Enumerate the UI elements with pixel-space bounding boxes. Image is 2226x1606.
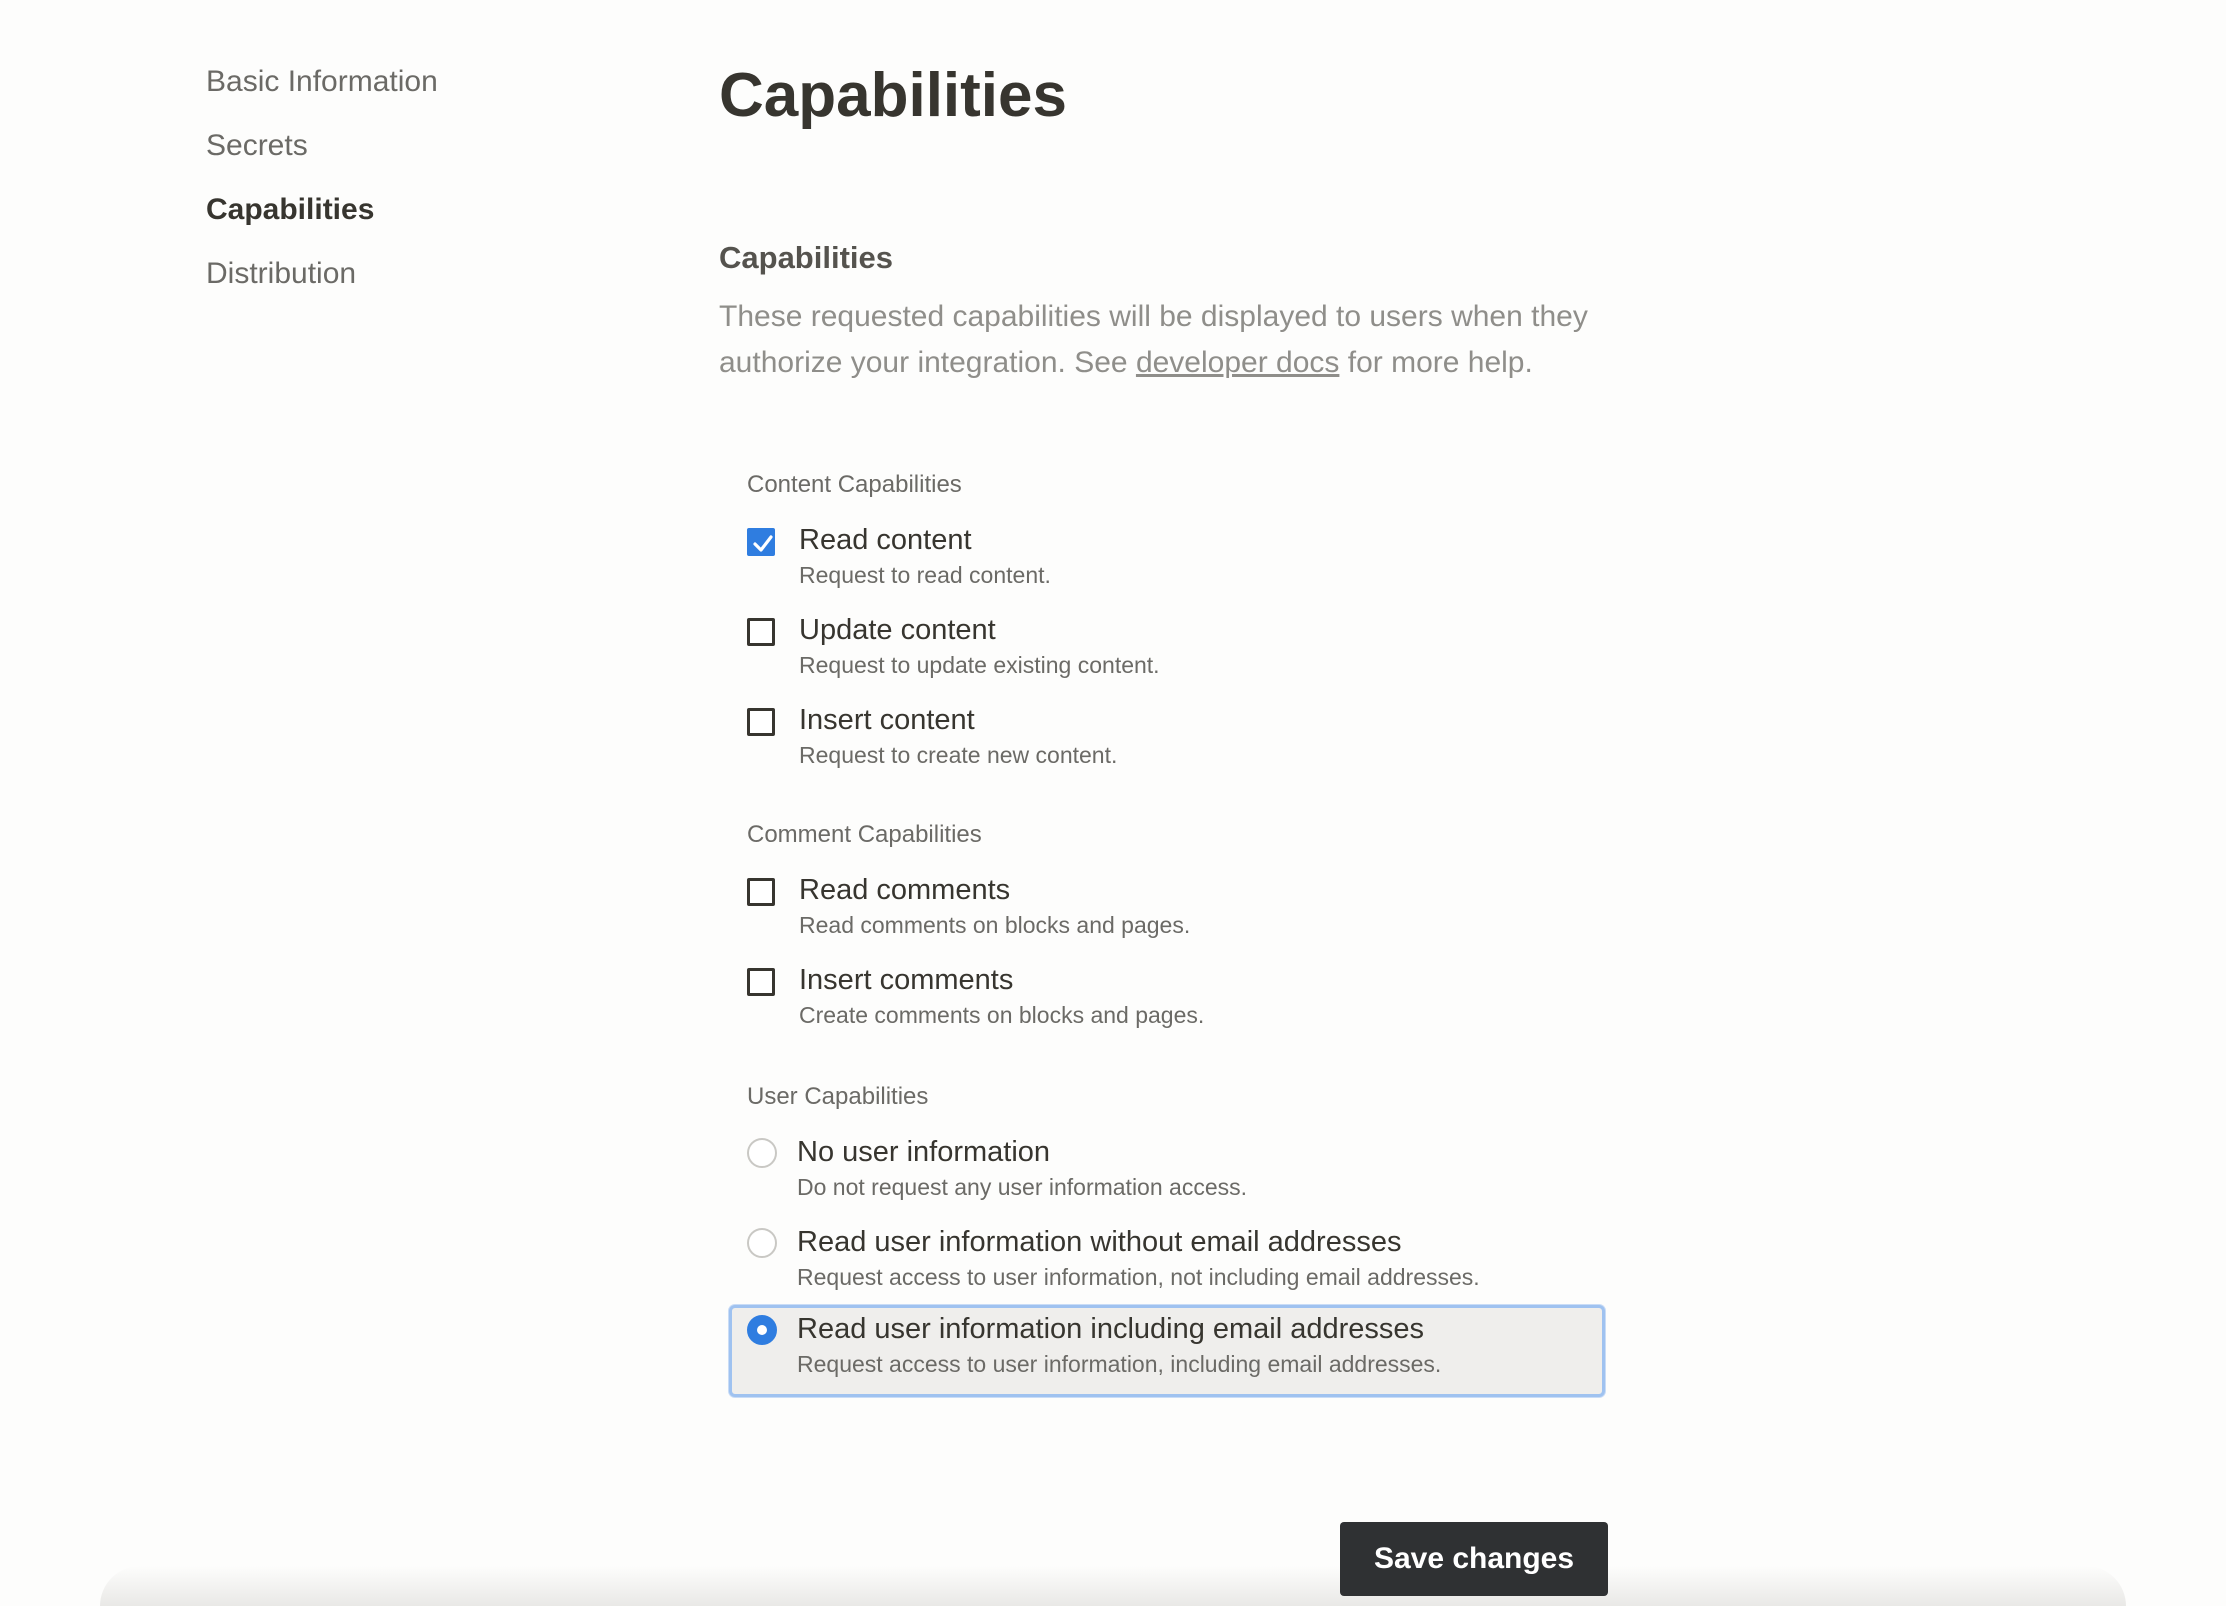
sidebar-item-distribution[interactable]: Distribution (206, 254, 606, 294)
update-content-description: Request to update existing content. (799, 652, 1160, 678)
settings-sidebar: Basic Information Secrets Capabilities D… (206, 62, 606, 318)
insert-content-label: Insert content (799, 704, 975, 736)
section-description: These requested capabilities will be dis… (719, 294, 1599, 386)
insert-comments-checkbox[interactable] (747, 968, 775, 996)
sidebar-item-capabilities[interactable]: Capabilities (206, 190, 606, 230)
no-user-information-label: No user information (797, 1136, 1051, 1168)
read-comments-description: Read comments on blocks and pages. (799, 912, 1191, 938)
read-user-without-email-label: Read user information without email addr… (797, 1226, 1402, 1258)
read-user-without-email-description: Request access to user information, not … (797, 1264, 1480, 1290)
read-user-with-email-radio[interactable] (747, 1315, 777, 1345)
update-content-checkbox[interactable] (747, 618, 775, 646)
page-title: Capabilities (719, 61, 1067, 130)
comment-capabilities-label: Comment Capabilities (747, 821, 982, 848)
section-description-text-end: for more help. (1339, 346, 1533, 379)
update-content-label: Update content (799, 614, 996, 646)
no-user-information-radio[interactable] (747, 1138, 777, 1168)
sidebar-item-basic-information[interactable]: Basic Information (206, 62, 606, 102)
insert-content-description: Request to create new content. (799, 742, 1118, 768)
save-changes-button[interactable]: Save changes (1340, 1522, 1608, 1596)
read-comments-checkbox[interactable] (747, 878, 775, 906)
read-user-with-email-description: Request access to user information, incl… (797, 1351, 1442, 1377)
insert-comments-label: Insert comments (799, 964, 1014, 996)
read-user-without-email-radio[interactable] (747, 1228, 777, 1258)
read-comments-label: Read comments (799, 874, 1011, 906)
option-read-user-with-email[interactable]: Read user information including email ad… (729, 1305, 1605, 1397)
read-content-label: Read content (799, 524, 972, 556)
read-content-checkbox[interactable] (747, 528, 775, 556)
checkmark-icon (753, 535, 773, 552)
read-user-with-email-label: Read user information including email ad… (797, 1313, 1425, 1345)
section-title: Capabilities (719, 240, 893, 275)
developer-docs-link[interactable]: developer docs (1136, 346, 1339, 379)
read-content-description: Request to read content. (799, 562, 1051, 588)
integration-settings-page: Basic Information Secrets Capabilities D… (0, 0, 2226, 1606)
content-capabilities-label: Content Capabilities (747, 471, 962, 498)
option-no-user-information[interactable]: No user information Do not request any u… (729, 1128, 1605, 1216)
sidebar-item-secrets[interactable]: Secrets (206, 126, 606, 166)
bottom-shadow (100, 1566, 2126, 1606)
option-read-user-without-email[interactable]: Read user information without email addr… (729, 1218, 1605, 1306)
user-capabilities-label: User Capabilities (747, 1083, 929, 1110)
insert-content-checkbox[interactable] (747, 708, 775, 736)
no-user-information-description: Do not request any user information acce… (797, 1174, 1248, 1200)
insert-comments-description: Create comments on blocks and pages. (799, 1002, 1205, 1028)
